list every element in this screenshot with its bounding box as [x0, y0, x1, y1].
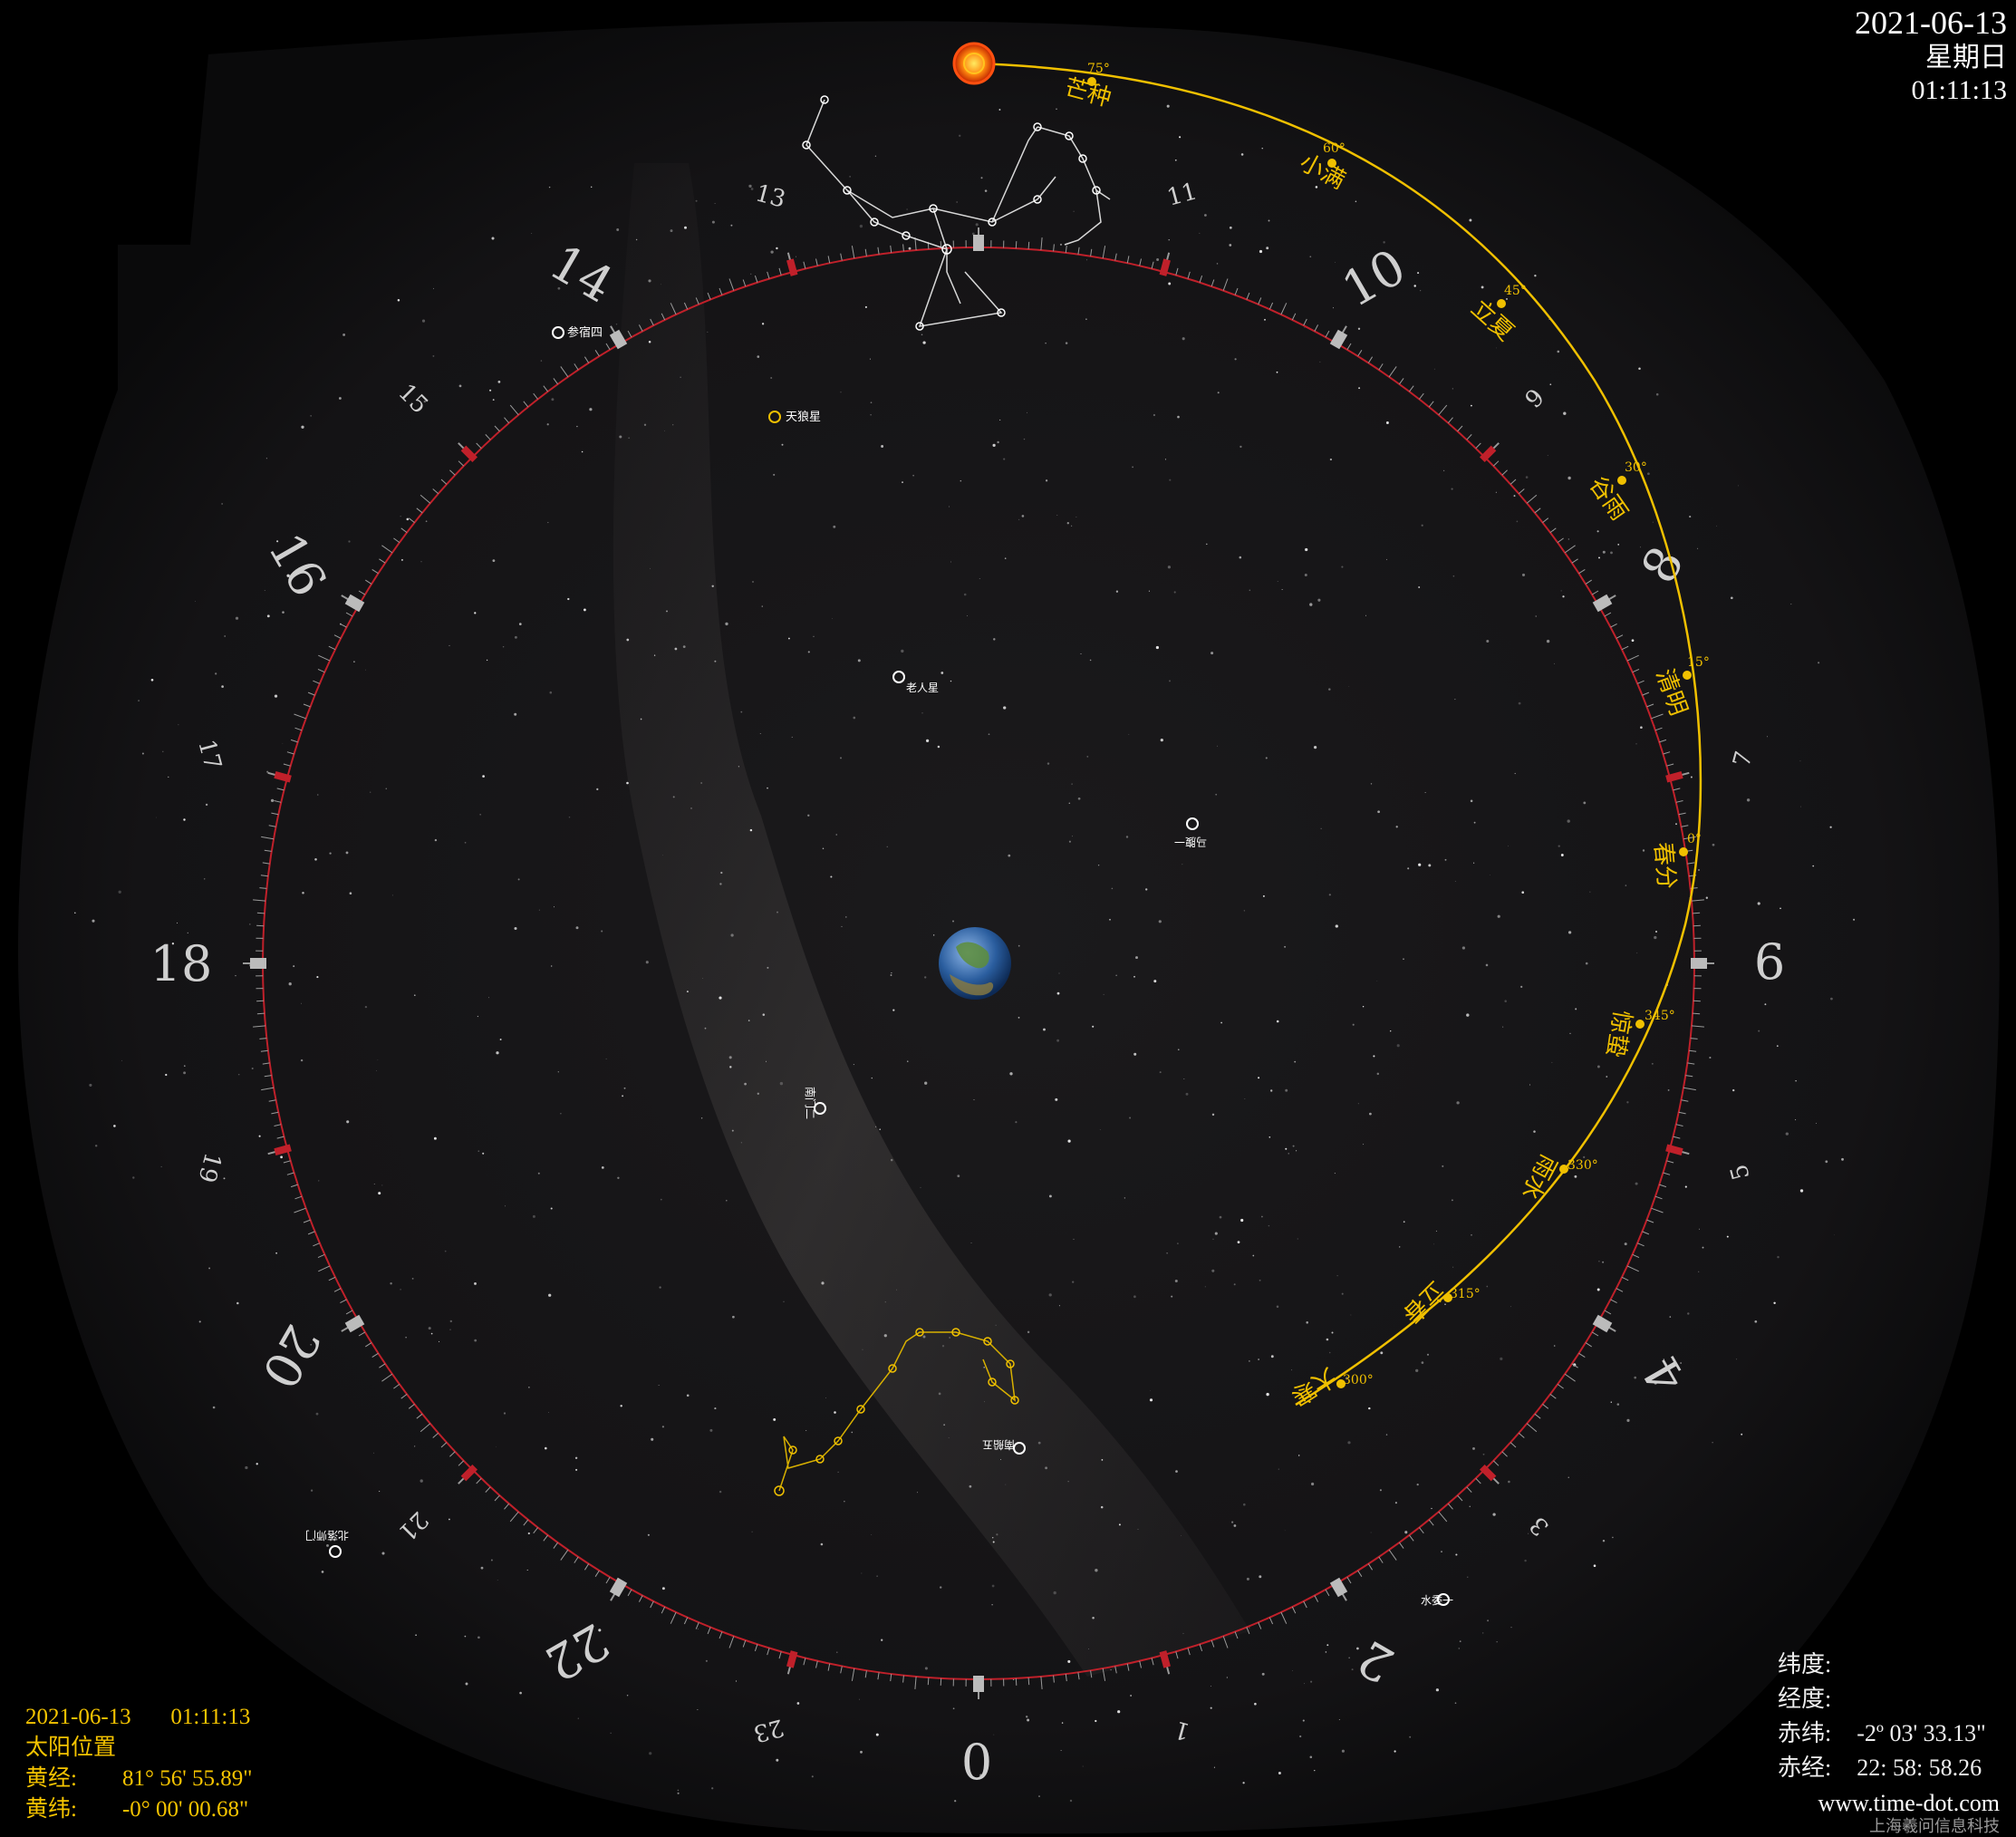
star-label: 马腹一 [1174, 836, 1207, 848]
star-achernar[interactable]: 水委一 [1421, 1593, 1453, 1607]
ecliptic-longitude-label: 黄经: [25, 1766, 77, 1791]
coordinate-panel: 纬度: 经度: 赤纬: -2º 03' 33.13" 赤经: 22: 58: 58.… [1778, 1648, 1986, 1785]
declination-row: 赤纬: -2º 03' 33.13" [1778, 1716, 1986, 1751]
sun-info-datetime: 2021-06-13 01:11:13 [25, 1705, 251, 1729]
ecliptic-longitude-value: 81° 56' 55.89" [121, 1766, 253, 1791]
sun[interactable] [952, 42, 996, 85]
solar-term-degree: 330° [1567, 1158, 1598, 1173]
solar-term-degree: 315° [1450, 1287, 1481, 1301]
star-label: 参宿四 [567, 325, 603, 340]
solar-term-degree: 45° [1504, 284, 1527, 298]
website-link[interactable]: www.time-dot.com [1818, 1791, 2001, 1816]
longitude-label: 经度: [1778, 1686, 1832, 1712]
hour-label-0: 0 [961, 1734, 992, 1791]
solar-term-dot [1635, 1020, 1645, 1029]
star-label: 南门二 [804, 1087, 817, 1119]
star-label: 水委一 [1421, 1594, 1453, 1607]
solar-term-dot [1679, 847, 1688, 856]
solar-term-degree: 60° [1323, 141, 1346, 156]
star-label: 老人星 [906, 682, 939, 694]
ecliptic-latitude-value: -0° 00' 00.68" [121, 1797, 249, 1822]
sun-position-panel: 2021-06-13 01:11:13 太阳位置 黄经: 81° 56' 55.8… [25, 1702, 252, 1825]
sun-info-longitude: 黄经: 81° 56' 55.89" [25, 1764, 252, 1794]
right-ascension-label: 赤经: [1778, 1755, 1832, 1781]
sun-icon [952, 42, 996, 85]
solar-term-degree: 345° [1645, 1009, 1675, 1023]
declination-label: 赤纬: [1778, 1720, 1832, 1746]
solar-term-degree: 300° [1343, 1373, 1374, 1387]
sun-info-latitude: 黄纬: -0° 00' 00.68" [25, 1794, 252, 1825]
declination-value: -2º 03' 33.13" [1857, 1720, 1986, 1746]
star-map[interactable]: 0 2 4 6 8 10 14 16 18 20 22 1 3 5 7 9 11… [0, 0, 2016, 1837]
star-label: 南船五 [982, 1438, 1015, 1452]
right-ascension-value: 22: 58: 58.26 [1857, 1755, 1982, 1781]
solar-term-degree: 30° [1625, 460, 1647, 475]
solar-term-dot [1617, 476, 1626, 485]
solar-term-degree: 0° [1687, 832, 1702, 846]
right-ascension-row: 赤经: 22: 58: 58.26 [1778, 1751, 1986, 1785]
current-weekday: 星期日 [1925, 43, 2007, 73]
sun-info-title: 太阳位置 [25, 1735, 117, 1760]
credit-panel: www.time-dot.com 上海羲问信息科技 [1818, 1791, 2001, 1836]
company-name: 上海羲问信息科技 [1869, 1817, 2000, 1835]
longitude-row: 经度: [1778, 1682, 1986, 1716]
star-label: 北落师门 [305, 1529, 349, 1542]
latitude-label: 纬度: [1778, 1651, 1832, 1677]
star-label: 天狼星 [786, 411, 821, 424]
current-date: 2021-06-13 [1855, 5, 2007, 41]
hour-label-6: 6 [1754, 933, 1785, 991]
solar-term-dot [1683, 671, 1692, 680]
solar-term-degree: 75° [1087, 62, 1110, 76]
solar-term-label: 春分 [1649, 841, 1680, 890]
solar-term-degree: 15° [1687, 655, 1710, 670]
datetime-panel: 2021-06-13 星期日 01:11:13 [1855, 4, 2007, 107]
current-time: 01:11:13 [1911, 75, 2007, 105]
latitude-row: 纬度: [1778, 1648, 1986, 1682]
earth[interactable] [939, 927, 1011, 1000]
ecliptic-latitude-label: 黄纬: [25, 1797, 77, 1822]
hour-label-18: 18 [150, 935, 213, 992]
